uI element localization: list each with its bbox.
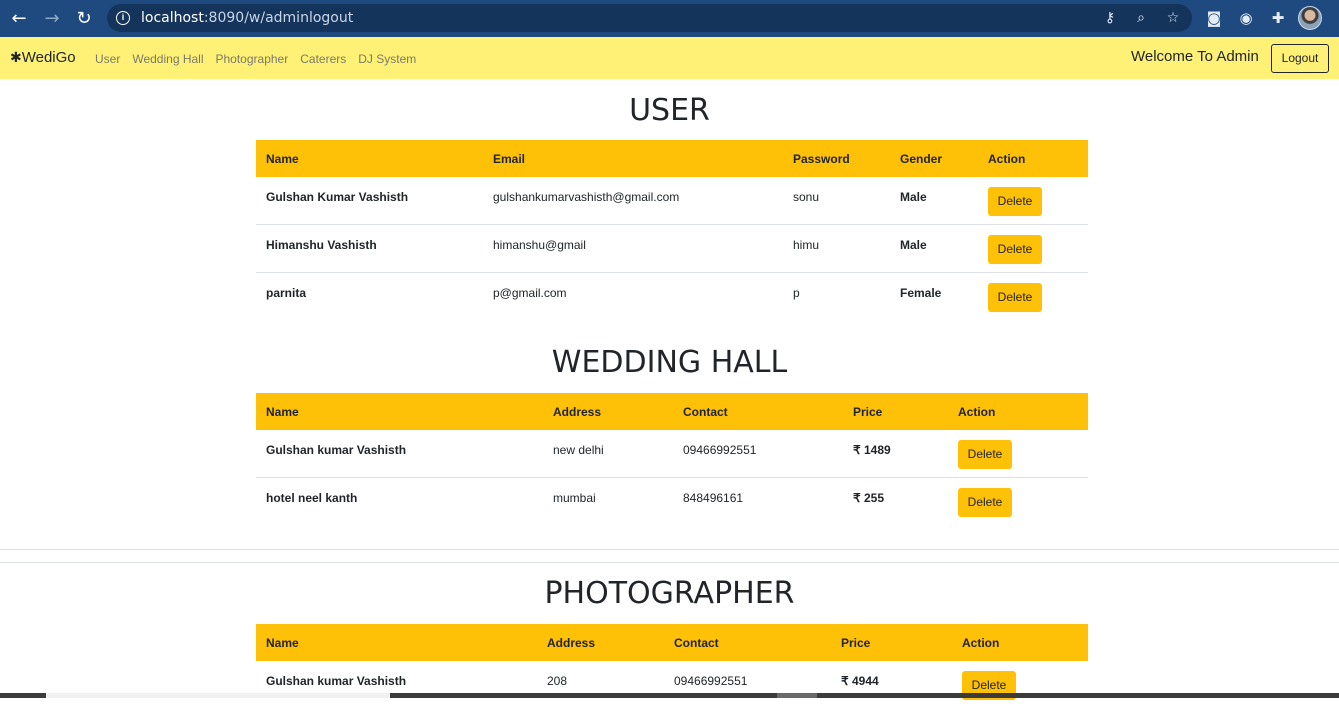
user-email: gulshankumarvashisth@gmail.com <box>493 190 680 204</box>
nav-link-caterers[interactable]: Caterers <box>300 52 346 66</box>
column-header: Contact <box>683 405 728 419</box>
delete-button[interactable]: Delete <box>958 440 1012 469</box>
table-header: Name Address Contact Price Action <box>256 393 1088 430</box>
table-header: Name Email Password Gender Action <box>256 140 1088 177</box>
scrollbar-segment <box>777 693 817 698</box>
photographer-name: Gulshan kumar Vashisth <box>266 674 407 688</box>
delete-button[interactable]: Delete <box>988 187 1042 216</box>
brand-link[interactable]: ✱WediGo <box>10 49 76 66</box>
user-section-title: USER <box>629 93 710 128</box>
column-header: Gender <box>900 152 943 166</box>
user-table: Name Email Password Gender Action Gulsha… <box>256 140 1088 321</box>
puzzle-icon[interactable]: ✚ <box>1268 8 1288 28</box>
user-name: Himanshu Vashisth <box>266 238 377 252</box>
info-icon[interactable]: i <box>116 11 130 25</box>
column-header: Address <box>553 405 602 419</box>
photographer-address: 208 <box>547 674 568 688</box>
delete-button[interactable]: Delete <box>958 488 1012 517</box>
nav-link-photographer[interactable]: Photographer <box>216 52 289 66</box>
column-header: Contact <box>674 636 719 650</box>
column-header: Name <box>266 405 299 419</box>
user-password: sonu <box>793 190 820 204</box>
extension-circle-icon[interactable]: ◉ <box>1236 8 1256 28</box>
key-icon[interactable]: ⚷ <box>1101 9 1119 27</box>
column-header: Password <box>793 152 850 166</box>
hall-address: new delhi <box>553 443 604 457</box>
hall-address: mumbai <box>553 491 596 505</box>
table-row: Gulshan kumar Vashisth new delhi 0946699… <box>256 430 1088 478</box>
column-header: Email <box>493 152 526 166</box>
address-bar[interactable]: i localhost:8090/w/adminlogout ⚷ ⌕ ☆ <box>107 4 1192 32</box>
hall-price: ₹ 255 <box>853 491 884 505</box>
wedding-hall-table: Name Address Contact Price Action Gulsha… <box>256 393 1088 526</box>
section-divider <box>0 549 1339 550</box>
table-row: Himanshu Vashisth himanshu@gmail himu Ma… <box>256 225 1088 273</box>
hall-price: ₹ 1489 <box>853 443 891 457</box>
url-path: :8090/w/adminlogout <box>203 10 354 26</box>
column-header: Price <box>853 405 883 419</box>
brand-name: WediGo <box>21 49 76 66</box>
url-text[interactable]: localhost:8090/w/adminlogout <box>141 10 353 26</box>
table-row: Gulshan kumar Vashisth 208 09466992551 ₹… <box>256 661 1088 709</box>
column-header: Name <box>266 152 299 166</box>
user-email: p@gmail.com <box>493 286 567 300</box>
section-divider <box>0 562 1339 563</box>
user-name: parnita <box>266 286 307 300</box>
profile-avatar[interactable] <box>1298 6 1322 30</box>
column-header: Action <box>962 636 1000 650</box>
column-header: Action <box>988 152 1026 166</box>
photographer-price: ₹ 4944 <box>841 674 879 688</box>
delete-button[interactable]: Delete <box>988 235 1042 264</box>
nav-links: User Wedding Hall Photographer Caterers … <box>95 52 428 66</box>
user-name: Gulshan Kumar Vashisth <box>266 190 409 204</box>
url-host: localhost <box>141 10 204 26</box>
photographer-contact: 09466992551 <box>674 674 748 688</box>
table-row: parnita p@gmail.com p Female Delete <box>256 273 1088 321</box>
forward-icon[interactable]: → <box>41 8 63 30</box>
app-navbar: ✱WediGo User Wedding Hall Photographer C… <box>0 37 1339 79</box>
nav-link-user[interactable]: User <box>95 52 120 66</box>
table-row: Gulshan Kumar Vashisth gulshankumarvashi… <box>256 177 1088 225</box>
logout-button[interactable]: Logout <box>1271 44 1329 73</box>
hall-contact: 09466992551 <box>683 443 757 457</box>
brand-star-icon: ✱ <box>10 50 22 66</box>
photographer-section-title: PHOTOGRAPHER <box>544 576 795 611</box>
column-header: Action <box>958 405 996 419</box>
reload-icon[interactable]: ↻ <box>73 8 95 30</box>
column-header: Address <box>547 636 596 650</box>
zoom-icon[interactable]: ⌕ <box>1132 9 1150 27</box>
scrollbar-thumb[interactable] <box>46 693 390 698</box>
user-gender: Female <box>900 286 942 300</box>
browser-toolbar: ← → ↻ i localhost:8090/w/adminlogout ⚷ ⌕… <box>0 0 1339 37</box>
user-email: himanshu@gmail <box>493 238 586 252</box>
welcome-text: Welcome To Admin <box>1131 48 1259 65</box>
bookmark-star-icon[interactable]: ☆ <box>1164 9 1182 27</box>
nav-link-dj-system[interactable]: DJ System <box>358 52 416 66</box>
hall-contact: 848496161 <box>683 491 744 505</box>
table-header: Name Address Contact Price Action <box>256 624 1088 661</box>
user-gender: Male <box>900 190 927 204</box>
back-icon[interactable]: ← <box>8 8 30 30</box>
user-password: p <box>793 286 800 300</box>
hall-name: hotel neel kanth <box>266 491 358 505</box>
wedding-hall-section-title: WEDDING HALL <box>551 345 788 380</box>
camera-icon[interactable]: ◙ <box>1204 8 1224 28</box>
horizontal-scrollbar[interactable] <box>0 693 1339 698</box>
nav-link-wedding-hall[interactable]: Wedding Hall <box>132 52 203 66</box>
table-row: hotel neel kanth mumbai 848496161 ₹ 255 … <box>256 478 1088 526</box>
column-header: Name <box>266 636 299 650</box>
user-password: himu <box>793 238 820 252</box>
hall-name: Gulshan kumar Vashisth <box>266 443 407 457</box>
user-gender: Male <box>900 238 927 252</box>
column-header: Price <box>841 636 871 650</box>
delete-button[interactable]: Delete <box>988 283 1042 312</box>
